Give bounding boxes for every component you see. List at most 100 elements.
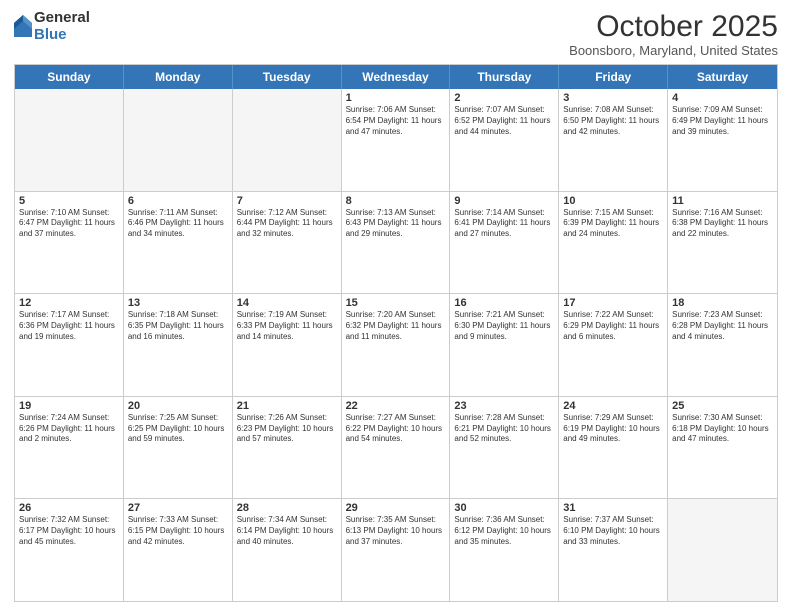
cell-text: Sunrise: 7:11 AM Sunset: 6:46 PM Dayligh… xyxy=(128,208,228,240)
day-number: 19 xyxy=(19,400,119,412)
logo-text: General Blue xyxy=(34,10,90,43)
calendar-cell xyxy=(668,499,777,601)
calendar-cell: 12Sunrise: 7:17 AM Sunset: 6:36 PM Dayli… xyxy=(15,294,124,396)
cell-text: Sunrise: 7:28 AM Sunset: 6:21 PM Dayligh… xyxy=(454,413,554,445)
calendar-week-2: 5Sunrise: 7:10 AM Sunset: 6:47 PM Daylig… xyxy=(15,192,777,295)
calendar-cell: 14Sunrise: 7:19 AM Sunset: 6:33 PM Dayli… xyxy=(233,294,342,396)
header-day-wednesday: Wednesday xyxy=(342,65,451,89)
cell-text: Sunrise: 7:36 AM Sunset: 6:12 PM Dayligh… xyxy=(454,515,554,547)
day-number: 24 xyxy=(563,400,663,412)
day-number: 25 xyxy=(672,400,773,412)
cell-text: Sunrise: 7:10 AM Sunset: 6:47 PM Dayligh… xyxy=(19,208,119,240)
cell-text: Sunrise: 7:15 AM Sunset: 6:39 PM Dayligh… xyxy=(563,208,663,240)
cell-text: Sunrise: 7:24 AM Sunset: 6:26 PM Dayligh… xyxy=(19,413,119,445)
calendar-cell: 16Sunrise: 7:21 AM Sunset: 6:30 PM Dayli… xyxy=(450,294,559,396)
calendar-cell: 5Sunrise: 7:10 AM Sunset: 6:47 PM Daylig… xyxy=(15,192,124,294)
calendar-body: 1Sunrise: 7:06 AM Sunset: 6:54 PM Daylig… xyxy=(15,89,777,601)
cell-text: Sunrise: 7:33 AM Sunset: 6:15 PM Dayligh… xyxy=(128,515,228,547)
calendar-cell: 24Sunrise: 7:29 AM Sunset: 6:19 PM Dayli… xyxy=(559,397,668,499)
logo-blue: Blue xyxy=(34,27,90,44)
calendar-cell: 26Sunrise: 7:32 AM Sunset: 6:17 PM Dayli… xyxy=(15,499,124,601)
calendar-cell: 2Sunrise: 7:07 AM Sunset: 6:52 PM Daylig… xyxy=(450,89,559,191)
cell-text: Sunrise: 7:27 AM Sunset: 6:22 PM Dayligh… xyxy=(346,413,446,445)
day-number: 11 xyxy=(672,195,773,207)
month-year: October 2025 xyxy=(569,10,778,43)
calendar-cell: 15Sunrise: 7:20 AM Sunset: 6:32 PM Dayli… xyxy=(342,294,451,396)
title-block: October 2025 Boonsboro, Maryland, United… xyxy=(569,10,778,58)
day-number: 16 xyxy=(454,297,554,309)
calendar-cell: 3Sunrise: 7:08 AM Sunset: 6:50 PM Daylig… xyxy=(559,89,668,191)
calendar-cell: 8Sunrise: 7:13 AM Sunset: 6:43 PM Daylig… xyxy=(342,192,451,294)
calendar-cell: 27Sunrise: 7:33 AM Sunset: 6:15 PM Dayli… xyxy=(124,499,233,601)
day-number: 14 xyxy=(237,297,337,309)
cell-text: Sunrise: 7:14 AM Sunset: 6:41 PM Dayligh… xyxy=(454,208,554,240)
day-number: 13 xyxy=(128,297,228,309)
header-day-friday: Friday xyxy=(559,65,668,89)
cell-text: Sunrise: 7:22 AM Sunset: 6:29 PM Dayligh… xyxy=(563,310,663,342)
day-number: 17 xyxy=(563,297,663,309)
day-number: 8 xyxy=(346,195,446,207)
day-number: 30 xyxy=(454,502,554,514)
cell-text: Sunrise: 7:35 AM Sunset: 6:13 PM Dayligh… xyxy=(346,515,446,547)
day-number: 10 xyxy=(563,195,663,207)
day-number: 18 xyxy=(672,297,773,309)
cell-text: Sunrise: 7:18 AM Sunset: 6:35 PM Dayligh… xyxy=(128,310,228,342)
header-day-saturday: Saturday xyxy=(668,65,777,89)
header: General Blue October 2025 Boonsboro, Mar… xyxy=(14,10,778,58)
calendar-cell: 13Sunrise: 7:18 AM Sunset: 6:35 PM Dayli… xyxy=(124,294,233,396)
calendar-week-1: 1Sunrise: 7:06 AM Sunset: 6:54 PM Daylig… xyxy=(15,89,777,192)
cell-text: Sunrise: 7:06 AM Sunset: 6:54 PM Dayligh… xyxy=(346,105,446,137)
day-number: 2 xyxy=(454,92,554,104)
calendar: SundayMondayTuesdayWednesdayThursdayFrid… xyxy=(14,64,778,602)
cell-text: Sunrise: 7:29 AM Sunset: 6:19 PM Dayligh… xyxy=(563,413,663,445)
day-number: 9 xyxy=(454,195,554,207)
calendar-cell: 25Sunrise: 7:30 AM Sunset: 6:18 PM Dayli… xyxy=(668,397,777,499)
calendar-cell: 20Sunrise: 7:25 AM Sunset: 6:25 PM Dayli… xyxy=(124,397,233,499)
header-day-monday: Monday xyxy=(124,65,233,89)
calendar-cell: 18Sunrise: 7:23 AM Sunset: 6:28 PM Dayli… xyxy=(668,294,777,396)
cell-text: Sunrise: 7:16 AM Sunset: 6:38 PM Dayligh… xyxy=(672,208,773,240)
cell-text: Sunrise: 7:12 AM Sunset: 6:44 PM Dayligh… xyxy=(237,208,337,240)
cell-text: Sunrise: 7:07 AM Sunset: 6:52 PM Dayligh… xyxy=(454,105,554,137)
day-number: 15 xyxy=(346,297,446,309)
cell-text: Sunrise: 7:08 AM Sunset: 6:50 PM Dayligh… xyxy=(563,105,663,137)
cell-text: Sunrise: 7:20 AM Sunset: 6:32 PM Dayligh… xyxy=(346,310,446,342)
calendar-cell: 10Sunrise: 7:15 AM Sunset: 6:39 PM Dayli… xyxy=(559,192,668,294)
calendar-cell: 11Sunrise: 7:16 AM Sunset: 6:38 PM Dayli… xyxy=(668,192,777,294)
location: Boonsboro, Maryland, United States xyxy=(569,43,778,58)
calendar-cell xyxy=(124,89,233,191)
day-number: 20 xyxy=(128,400,228,412)
logo-icon xyxy=(14,15,32,37)
day-number: 1 xyxy=(346,92,446,104)
cell-text: Sunrise: 7:37 AM Sunset: 6:10 PM Dayligh… xyxy=(563,515,663,547)
day-number: 31 xyxy=(563,502,663,514)
day-number: 3 xyxy=(563,92,663,104)
calendar-cell: 22Sunrise: 7:27 AM Sunset: 6:22 PM Dayli… xyxy=(342,397,451,499)
cell-text: Sunrise: 7:30 AM Sunset: 6:18 PM Dayligh… xyxy=(672,413,773,445)
calendar-cell xyxy=(233,89,342,191)
calendar-week-3: 12Sunrise: 7:17 AM Sunset: 6:36 PM Dayli… xyxy=(15,294,777,397)
calendar-cell: 17Sunrise: 7:22 AM Sunset: 6:29 PM Dayli… xyxy=(559,294,668,396)
day-number: 5 xyxy=(19,195,119,207)
day-number: 27 xyxy=(128,502,228,514)
logo: General Blue xyxy=(14,10,90,43)
day-number: 12 xyxy=(19,297,119,309)
day-number: 28 xyxy=(237,502,337,514)
header-day-tuesday: Tuesday xyxy=(233,65,342,89)
calendar-week-4: 19Sunrise: 7:24 AM Sunset: 6:26 PM Dayli… xyxy=(15,397,777,500)
cell-text: Sunrise: 7:32 AM Sunset: 6:17 PM Dayligh… xyxy=(19,515,119,547)
calendar-cell: 23Sunrise: 7:28 AM Sunset: 6:21 PM Dayli… xyxy=(450,397,559,499)
calendar-cell: 7Sunrise: 7:12 AM Sunset: 6:44 PM Daylig… xyxy=(233,192,342,294)
calendar-cell: 1Sunrise: 7:06 AM Sunset: 6:54 PM Daylig… xyxy=(342,89,451,191)
cell-text: Sunrise: 7:34 AM Sunset: 6:14 PM Dayligh… xyxy=(237,515,337,547)
calendar-cell: 28Sunrise: 7:34 AM Sunset: 6:14 PM Dayli… xyxy=(233,499,342,601)
day-number: 23 xyxy=(454,400,554,412)
header-day-sunday: Sunday xyxy=(15,65,124,89)
calendar-cell: 30Sunrise: 7:36 AM Sunset: 6:12 PM Dayli… xyxy=(450,499,559,601)
calendar-cell: 9Sunrise: 7:14 AM Sunset: 6:41 PM Daylig… xyxy=(450,192,559,294)
day-number: 7 xyxy=(237,195,337,207)
calendar-week-5: 26Sunrise: 7:32 AM Sunset: 6:17 PM Dayli… xyxy=(15,499,777,601)
calendar-cell: 19Sunrise: 7:24 AM Sunset: 6:26 PM Dayli… xyxy=(15,397,124,499)
day-number: 29 xyxy=(346,502,446,514)
calendar-cell: 29Sunrise: 7:35 AM Sunset: 6:13 PM Dayli… xyxy=(342,499,451,601)
